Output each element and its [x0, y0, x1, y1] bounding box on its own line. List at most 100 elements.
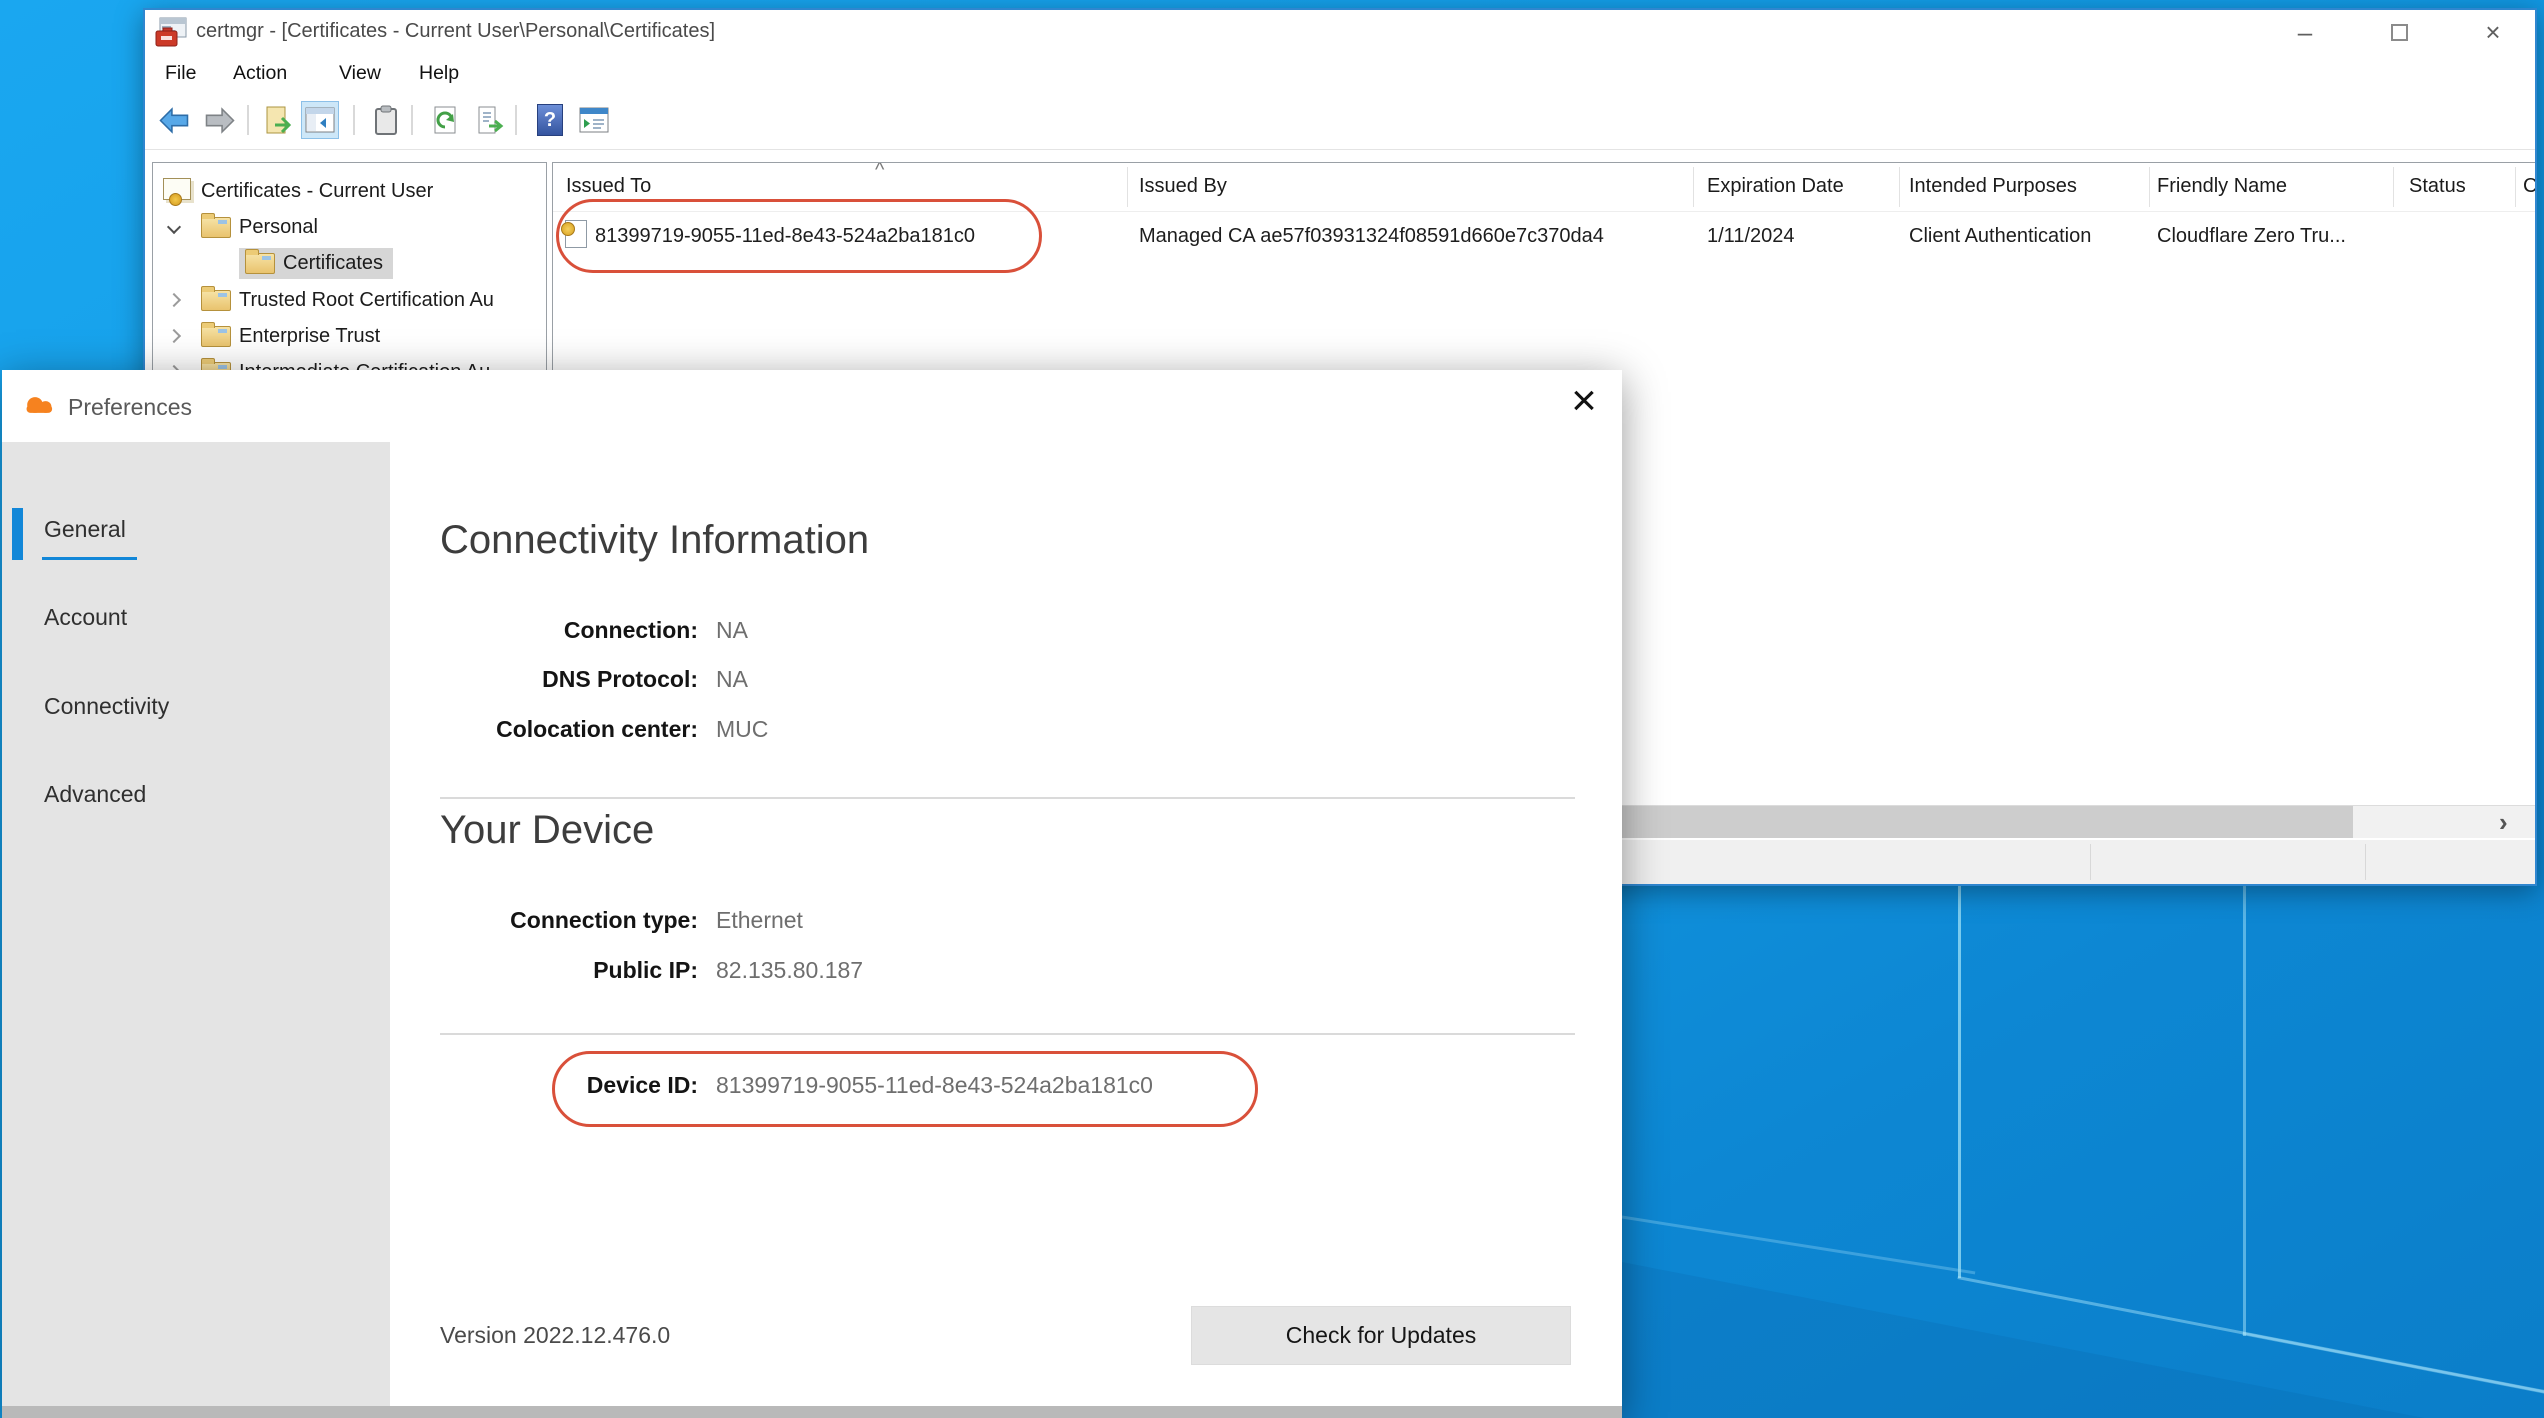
export-list-button[interactable] — [471, 101, 509, 139]
tab-connectivity[interactable]: Connectivity — [44, 693, 169, 720]
folder-icon — [245, 253, 275, 274]
column-header-intended-purposes[interactable]: Intended Purposes — [1909, 175, 2077, 198]
column-separator[interactable] — [2149, 167, 2150, 207]
close-icon: × — [1571, 379, 1597, 423]
annotation-ellipse-device-id — [552, 1051, 1258, 1127]
tab-account[interactable]: Account — [44, 604, 127, 631]
export-certificate-button[interactable] — [259, 101, 297, 139]
tree-item-trusted-root[interactable]: Trusted Root Certification Au — [153, 282, 546, 318]
preferences-sidebar — [2, 442, 390, 1418]
column-header-friendly-name[interactable]: Friendly Name — [2157, 175, 2287, 198]
tree-item-personal[interactable]: Personal — [153, 209, 546, 245]
row-label: DNS Protocol: — [440, 666, 698, 693]
tree-item-root[interactable]: Certificates - Current User — [153, 173, 546, 209]
tree-item-label: Certificates - Current User — [201, 180, 433, 203]
annotation-ellipse-issued-to — [556, 199, 1042, 273]
help-icon: ? — [537, 104, 563, 136]
section-heading-connectivity: Connectivity Information — [440, 518, 869, 563]
selected-highlight: Certificates — [239, 248, 393, 279]
certmgr-titlebar[interactable]: certmgr - [Certificates - Current User\P… — [145, 10, 2535, 54]
close-button[interactable]: × — [2461, 10, 2525, 54]
maximize-button[interactable] — [2367, 10, 2431, 54]
info-row-dns-protocol: DNS Protocol: NA — [440, 666, 1440, 693]
toolbar: ? — [145, 92, 2535, 150]
column-header-issued-to[interactable]: Issued To — [566, 175, 651, 198]
wallpaper-beam-vertical-1 — [1958, 886, 1961, 1278]
column-separator[interactable] — [1127, 167, 1128, 207]
forward-button[interactable] — [201, 101, 239, 139]
scroll-right-icon[interactable]: › — [2499, 807, 2508, 838]
back-button[interactable] — [155, 101, 193, 139]
desktop: certmgr - [Certificates - Current User\P… — [0, 0, 2544, 1418]
check-for-updates-button[interactable]: Check for Updates — [1191, 1306, 1571, 1365]
row-cell-friendly-name[interactable]: Cloudflare Zero Tru... — [2157, 225, 2346, 248]
chevron-down-icon[interactable] — [167, 220, 181, 234]
wallpaper-floor-shade — [1510, 1250, 2544, 1418]
console-tree-toggle-button[interactable] — [301, 101, 339, 139]
row-value: Ethernet — [716, 907, 803, 933]
tree-item-enterprise-trust[interactable]: Enterprise Trust — [153, 318, 546, 354]
tab-advanced[interactable]: Advanced — [44, 781, 146, 808]
tree-item-label: Trusted Root Certification Au — [239, 289, 494, 312]
row-value: NA — [716, 666, 748, 692]
dialog-title: Preferences — [68, 394, 192, 421]
column-header-expiration-date[interactable]: Expiration Date — [1707, 175, 1844, 198]
chevron-right-icon[interactable] — [167, 293, 181, 307]
column-separator[interactable] — [1693, 167, 1694, 207]
toolbar-separator — [247, 105, 249, 135]
certmgr-app-icon — [153, 15, 189, 56]
toolbar-separator — [353, 105, 355, 135]
row-value: NA — [716, 617, 748, 643]
folder-icon — [201, 290, 231, 311]
wallpaper-beam-diagonal-3 — [1600, 1212, 1976, 1274]
wallpaper-beam-diagonal-1 — [1957, 1276, 2544, 1397]
refresh-button[interactable] — [427, 101, 465, 139]
console-window-button[interactable] — [575, 101, 613, 139]
wallpaper-beam-vertical-2 — [2243, 886, 2246, 1336]
back-icon — [158, 107, 190, 134]
minimize-icon: – — [2298, 17, 2312, 48]
menu-help[interactable]: Help — [413, 60, 465, 87]
chevron-right-icon[interactable] — [167, 329, 181, 343]
tab-general[interactable]: General — [44, 516, 126, 543]
menu-file[interactable]: File — [159, 60, 202, 87]
maximize-icon — [2391, 24, 2408, 41]
dialog-bottom-edge — [2, 1406, 1622, 1418]
row-cell-issued-by[interactable]: Managed CA ae57f03931324f08591d660e7c370… — [1139, 225, 1604, 248]
menu-action[interactable]: Action — [227, 60, 293, 87]
minimize-button[interactable]: – — [2273, 10, 2337, 54]
column-header-certificate[interactable]: Ce — [2523, 175, 2535, 198]
dialog-close-button[interactable]: × — [1554, 372, 1614, 430]
tree-item-label: Certificates — [283, 252, 383, 275]
refresh-icon — [432, 105, 460, 135]
window-title: certmgr - [Certificates - Current User\P… — [196, 20, 715, 43]
sort-ascending-icon: ^ — [875, 162, 884, 182]
column-header-status[interactable]: Status — [2409, 175, 2466, 198]
info-row-connection: Connection: NA — [440, 617, 1440, 644]
column-separator[interactable] — [2515, 167, 2516, 207]
row-label: Colocation center: — [440, 716, 698, 743]
preferences-dialog: Preferences × General Account Connectivi… — [2, 370, 1622, 1418]
info-row-colocation-center: Colocation center: MUC — [440, 716, 1440, 743]
row-label: Connection: — [440, 617, 698, 644]
toolbar-separator — [411, 105, 413, 135]
clipboard-icon — [373, 105, 399, 136]
row-cell-expiration-date[interactable]: 1/11/2024 — [1707, 225, 1795, 248]
properties-button[interactable] — [367, 101, 405, 139]
selected-tab-underline — [42, 557, 137, 560]
info-row-connection-type: Connection type: Ethernet — [440, 907, 1440, 934]
tree-item-certificates[interactable]: Certificates — [153, 245, 546, 281]
row-label: Connection type: — [440, 907, 698, 934]
folder-icon — [201, 217, 231, 238]
row-value: MUC — [716, 716, 768, 742]
help-button[interactable]: ? — [531, 101, 569, 139]
forward-icon — [204, 107, 236, 134]
row-cell-intended-purposes[interactable]: Client Authentication — [1909, 225, 2091, 248]
statusbar-separator — [2090, 844, 2091, 880]
info-row-public-ip: Public IP:82.135.80.187 — [440, 957, 1440, 984]
section-divider — [440, 1033, 1575, 1035]
column-separator[interactable] — [2393, 167, 2394, 207]
column-separator[interactable] — [1899, 167, 1900, 207]
column-header-issued-by[interactable]: Issued By — [1139, 175, 1227, 198]
menu-view[interactable]: View — [333, 60, 387, 87]
